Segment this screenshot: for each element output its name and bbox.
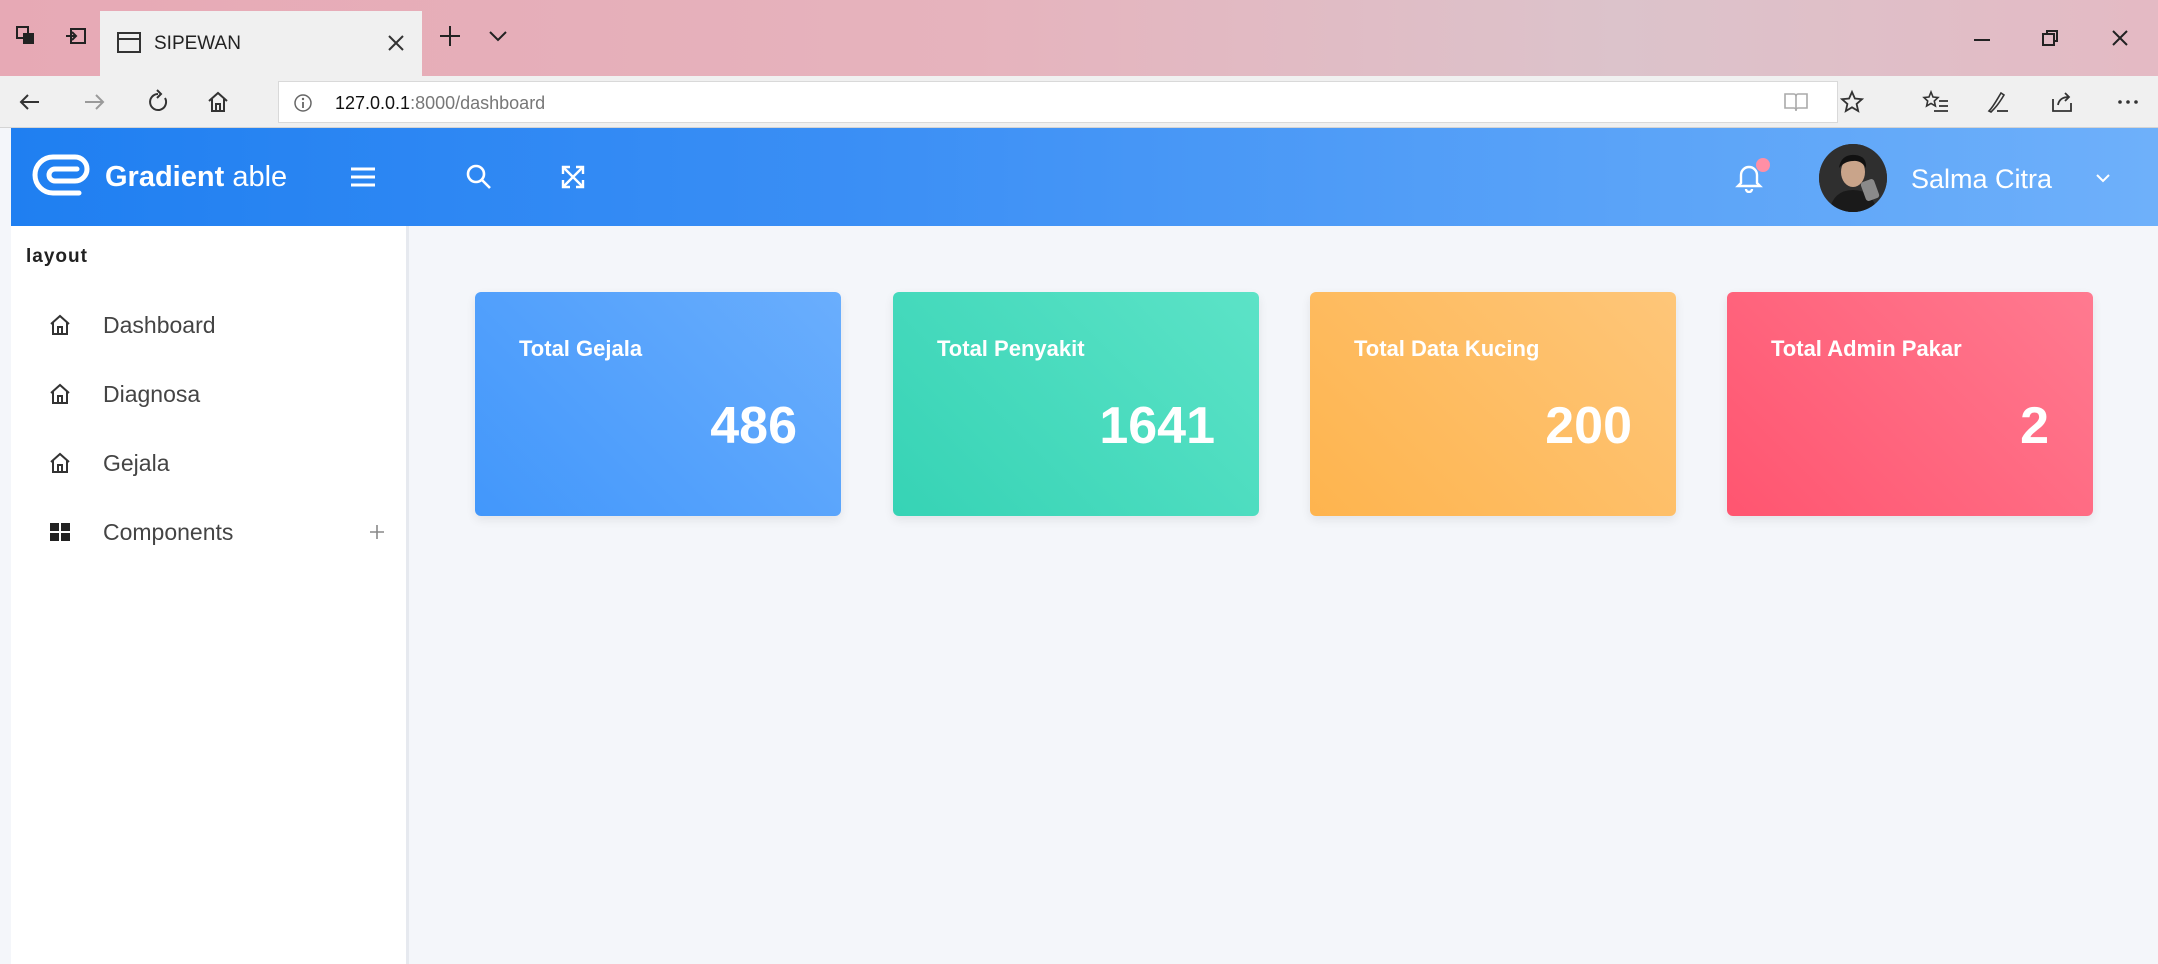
home-icon[interactable]: [196, 80, 240, 124]
app-header: Gradient able Salma Citra: [11, 128, 2158, 226]
home-icon: [45, 448, 75, 478]
new-tab-icon[interactable]: [428, 14, 472, 58]
sidebar-item-label: Diagnosa: [103, 380, 201, 407]
favorite-star-icon[interactable]: [1830, 80, 1874, 124]
grid-icon: [45, 517, 75, 547]
stat-card-total-admin-pakar[interactable]: Total Admin Pakar 2: [1727, 292, 2093, 516]
stat-card-total-penyakit[interactable]: Total Penyakit 1641: [893, 292, 1259, 516]
logo-icon: [31, 153, 95, 202]
card-title: Total Penyakit: [937, 336, 1085, 361]
notification-bell-icon[interactable]: [1724, 152, 1774, 202]
card-title: Total Admin Pakar: [1771, 336, 1962, 361]
sidebar: layout Dashboard Diagnosa Gejala Compone…: [11, 226, 409, 964]
home-icon: [45, 379, 75, 409]
card-value: 1641: [1099, 397, 1215, 455]
pen-notes-icon[interactable]: [1976, 80, 2020, 124]
card-value: 2: [2020, 397, 2049, 455]
tab-title: SIPEWAN: [154, 33, 241, 54]
logo-text-bold: Gradient: [105, 160, 225, 193]
favorites-list-icon[interactable]: [1914, 80, 1958, 124]
stat-card-total-gejala[interactable]: Total Gejala 486: [475, 292, 841, 516]
address-bar[interactable]: 127.0.0.1:8000/dashboard: [278, 81, 1838, 123]
browser-nav-bar: 127.0.0.1:8000/dashboard: [0, 76, 2158, 128]
tab-list-chevron-icon[interactable]: [476, 14, 520, 58]
notification-badge: [1756, 158, 1770, 172]
card-value: 200: [1545, 397, 1632, 455]
close-window-icon[interactable]: [2090, 10, 2150, 66]
url-host: 127.0.0.1: [335, 93, 411, 113]
reading-view-icon[interactable]: [1783, 90, 1809, 119]
brand-logo[interactable]: Gradient able: [31, 152, 287, 202]
logo-text: Gradient able: [105, 161, 287, 194]
sidebar-item-label: Components: [103, 518, 234, 545]
page-favicon-icon: [116, 31, 142, 60]
url-path: :8000/dashboard: [410, 93, 546, 113]
share-icon[interactable]: [2040, 80, 2084, 124]
site-info-icon[interactable]: [291, 91, 315, 115]
fullscreen-icon[interactable]: [548, 152, 598, 202]
refresh-icon[interactable]: [136, 80, 180, 124]
sidebar-item-components[interactable]: Components: [11, 502, 406, 562]
user-name[interactable]: Salma Citra: [1911, 164, 2052, 195]
search-icon[interactable]: [454, 152, 504, 202]
menu-toggle-icon[interactable]: [338, 152, 388, 202]
card-title: Total Data Kucing: [1354, 336, 1540, 361]
forward-arrow-icon[interactable]: [72, 80, 116, 124]
avatar[interactable]: [1819, 144, 1887, 212]
close-tab-icon[interactable]: [376, 23, 416, 63]
sidebar-item-dashboard[interactable]: Dashboard: [11, 295, 406, 355]
card-title: Total Gejala: [519, 336, 643, 361]
expand-plus-icon[interactable]: [359, 514, 395, 550]
sidebar-item-label: Dashboard: [103, 311, 216, 338]
sidebar-section-label: layout: [26, 246, 88, 267]
sidebar-item-diagnosa[interactable]: Diagnosa: [11, 364, 406, 424]
browser-tab-bar: SIPEWAN: [0, 0, 2158, 76]
restore-icon[interactable]: [2020, 10, 2080, 66]
logo-text-light: able: [232, 160, 288, 193]
minimize-icon[interactable]: [1952, 10, 2012, 66]
card-value: 486: [710, 397, 797, 455]
home-icon: [45, 310, 75, 340]
back-arrow-icon[interactable]: [8, 80, 52, 124]
sidebar-item-gejala[interactable]: Gejala: [11, 433, 406, 493]
url-text: 127.0.0.1:8000/dashboard: [335, 93, 545, 114]
stat-card-total-data-kucing[interactable]: Total Data Kucing 200: [1310, 292, 1676, 516]
sidebar-item-label: Gejala: [103, 449, 170, 476]
more-icon[interactable]: [2106, 80, 2150, 124]
tab-actions-icon[interactable]: [4, 14, 48, 58]
chevron-down-icon[interactable]: [2085, 160, 2121, 196]
set-aside-tabs-icon[interactable]: [54, 14, 98, 58]
browser-tab-active[interactable]: SIPEWAN: [100, 11, 422, 76]
